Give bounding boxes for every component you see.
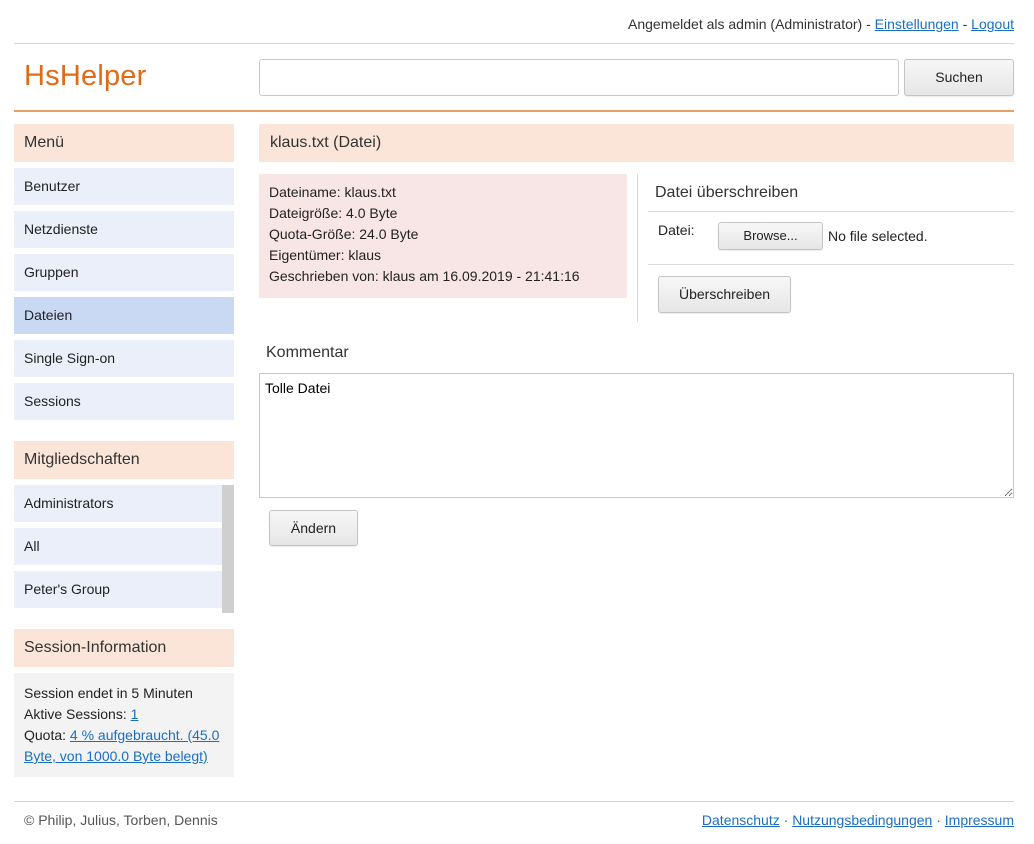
copyright-text: © Philip, Julius, Torben, Dennis: [24, 812, 218, 828]
menu-title: Menü: [14, 124, 234, 162]
membership-administrators[interactable]: Administrators: [14, 485, 222, 522]
main-content: klaus.txt (Datei) Dateiname: klaus.txt D…: [259, 124, 1014, 546]
search-button[interactable]: Suchen: [904, 59, 1014, 96]
memberships-scrollbar[interactable]: [222, 485, 234, 613]
membership-peters-group[interactable]: Peter's Group: [14, 571, 222, 608]
memberships-list: Administrators All Peter's Group: [14, 485, 234, 613]
file-label: Datei:: [658, 222, 695, 238]
overwrite-title: Datei überschreiben: [648, 174, 1014, 212]
footer-separator: ·: [779, 812, 793, 828]
quota-label: Quota:: [24, 727, 70, 743]
footer: © Philip, Julius, Torben, Dennis Datensc…: [14, 801, 1014, 841]
logo[interactable]: HsHelper: [24, 60, 146, 93]
terms-link[interactable]: Nutzungsbedingungen: [792, 812, 932, 828]
membership-all[interactable]: All: [14, 528, 222, 565]
vertical-divider: [637, 174, 638, 322]
memberships-title: Mitgliedschaften: [14, 441, 234, 479]
quota-row: Quota: 4 % aufgebraucht. (45.0 Byte, von…: [24, 725, 224, 767]
sidebar-item-sessions[interactable]: Sessions: [14, 383, 234, 420]
page-title: klaus.txt (Datei): [259, 124, 1014, 162]
active-sessions-row: Aktive Sessions: 1: [24, 704, 224, 725]
session-info-box: Session endet in 5 Minuten Aktive Sessio…: [14, 673, 234, 777]
sidebar-item-dateien[interactable]: Dateien: [14, 297, 234, 334]
file-info-box: Dateiname: klaus.txt Dateigröße: 4.0 Byt…: [259, 174, 627, 298]
sidebar-item-benutzer[interactable]: Benutzer: [14, 168, 234, 205]
active-sessions-label: Aktive Sessions:: [24, 706, 131, 722]
browse-button[interactable]: Browse...: [718, 222, 823, 250]
sidebar: Menü Benutzer Netzdienste Gruppen Dateie…: [14, 124, 234, 777]
sidebar-item-netzdienste[interactable]: Netzdienste: [14, 211, 234, 248]
quota-size-info: Quota-Größe: 24.0 Byte: [269, 226, 419, 242]
sidebar-item-gruppen[interactable]: Gruppen: [14, 254, 234, 291]
active-sessions-link[interactable]: 1: [131, 706, 139, 722]
file-upload-row: Datei: Browse... No file selected.: [648, 212, 1014, 265]
session-ends-text: Session endet in 5 Minuten: [24, 685, 193, 701]
session-info-title: Session-Information: [14, 629, 234, 667]
overwrite-button[interactable]: Überschreiben: [658, 276, 791, 313]
logged-in-text: Angemeldet als admin (Administrator) -: [628, 16, 875, 32]
file-size-info: Dateigröße: 4.0 Byte: [269, 205, 398, 221]
sidebar-item-single-sign-on[interactable]: Single Sign-on: [14, 340, 234, 377]
comment-label: Kommentar: [266, 344, 349, 361]
privacy-link[interactable]: Datenschutz: [702, 812, 780, 828]
header: HsHelper Suchen: [14, 44, 1014, 112]
imprint-link[interactable]: Impressum: [945, 812, 1014, 828]
settings-link[interactable]: Einstellungen: [875, 16, 959, 32]
change-button[interactable]: Ändern: [269, 510, 358, 546]
file-status: No file selected.: [828, 228, 928, 244]
footer-separator: ·: [932, 812, 945, 828]
top-bar: Angemeldet als admin (Administrator) - E…: [14, 0, 1014, 44]
footer-links: Datenschutz · Nutzungsbedingungen · Impr…: [702, 812, 1014, 828]
owner-info: Eigentümer: klaus: [269, 247, 382, 263]
overwrite-section: Datei überschreiben Datei: Browse... No …: [648, 174, 1014, 313]
logout-link[interactable]: Logout: [971, 16, 1014, 32]
search-input[interactable]: [259, 59, 899, 96]
comment-textarea[interactable]: Tolle Datei: [259, 373, 1014, 498]
file-name-info: Dateiname: klaus.txt: [269, 184, 396, 200]
topbar-separator: -: [958, 16, 972, 32]
written-by-info: Geschrieben von: klaus am 16.09.2019 - 2…: [269, 268, 580, 284]
